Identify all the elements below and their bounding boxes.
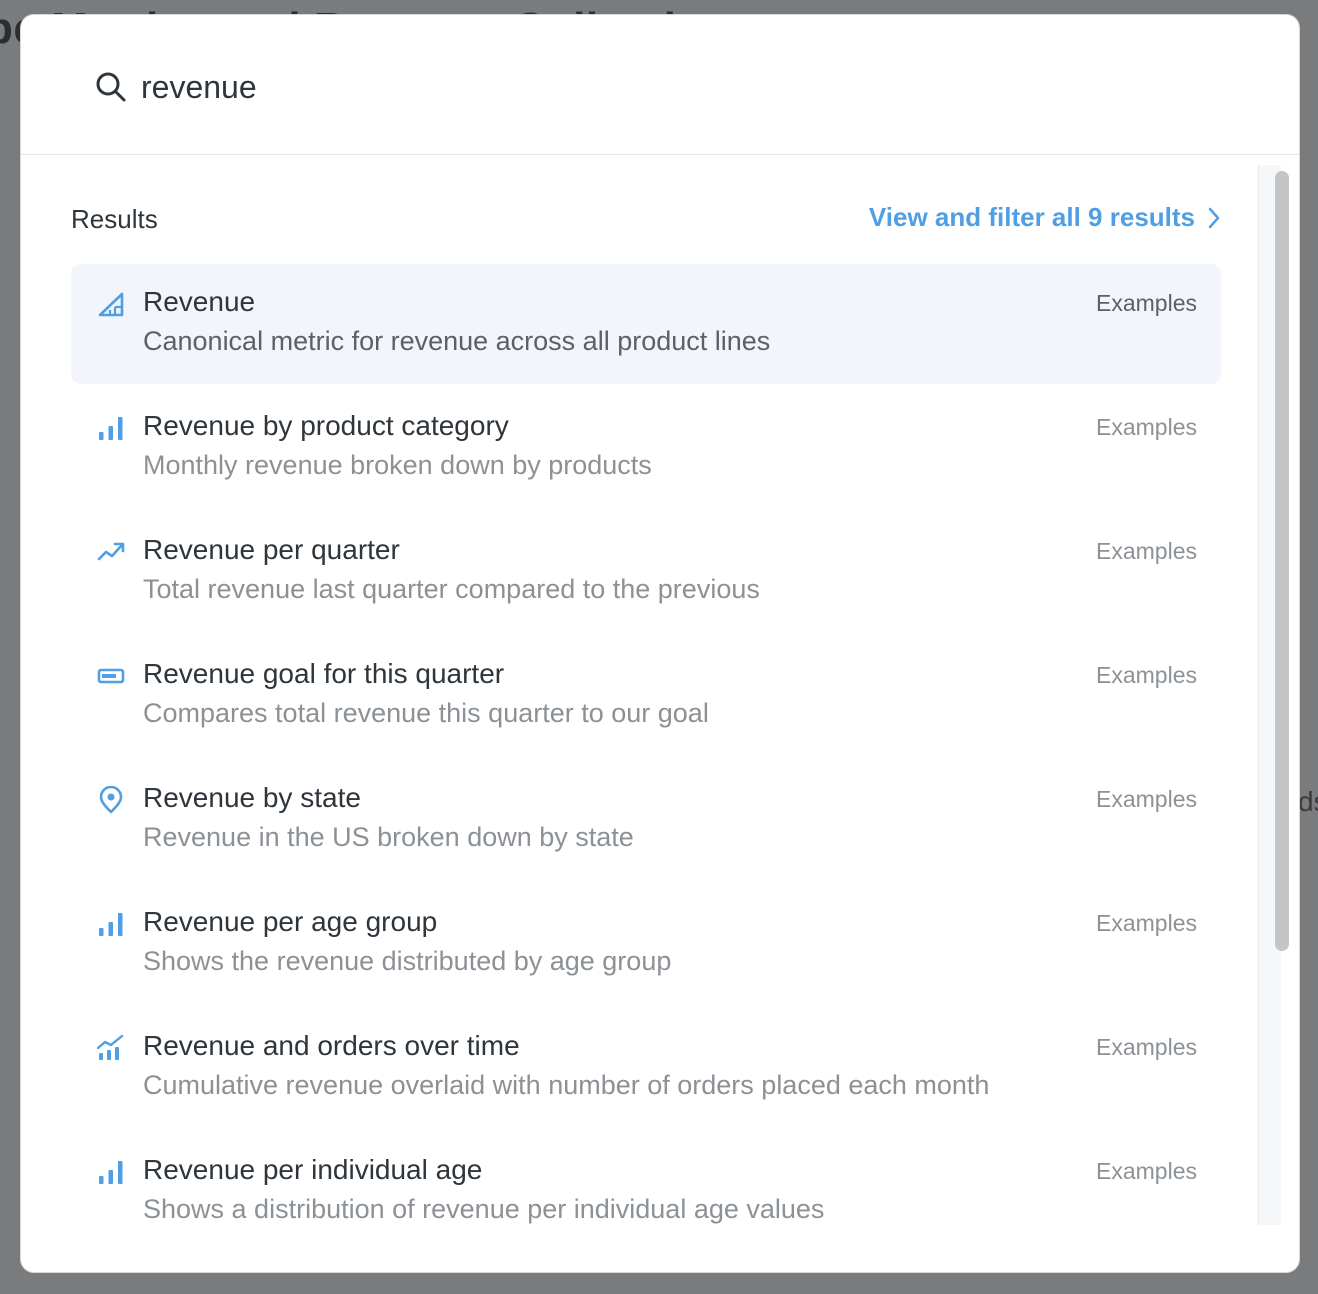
progress-icon (97, 668, 125, 684)
result-tag: Examples (1096, 1158, 1197, 1184)
result-item[interactable]: Revenue goal for this quarter Compares t… (71, 636, 1221, 756)
trend-icon (97, 542, 125, 561)
result-item[interactable]: Revenue per individual age Shows a distr… (71, 1132, 1221, 1224)
background-side-text: ds (1298, 786, 1318, 817)
result-title: Revenue per individual age (143, 1154, 483, 1185)
map-pin-icon (99, 786, 123, 814)
result-tag: Examples (1096, 538, 1197, 564)
result-tag: Examples (1096, 290, 1197, 316)
search-modal: Results View and filter all 9 results Re… (20, 14, 1300, 1273)
result-description: Compares total revenue this quarter to o… (143, 698, 709, 728)
result-title: Revenue by state (143, 782, 361, 813)
result-title: Revenue and orders over time (143, 1030, 520, 1061)
bar-chart-icon (99, 1161, 123, 1184)
search-bar (21, 15, 1299, 155)
search-icon (96, 72, 126, 102)
result-description: Monthly revenue broken down by products (143, 450, 652, 480)
result-tag: Examples (1096, 1034, 1197, 1060)
result-item[interactable]: Revenue by state Revenue in the US broke… (71, 760, 1221, 880)
result-title: Revenue goal for this quarter (143, 658, 505, 689)
results-panel: Results View and filter all 9 results Re… (21, 156, 1259, 1224)
result-description: Cumulative revenue overlaid with number … (143, 1070, 990, 1100)
result-list: Revenue Canonical metric for revenue acr… (71, 264, 1221, 1224)
result-title: Revenue (143, 286, 256, 317)
result-title: Revenue by product category (143, 410, 509, 441)
bar-chart-icon (99, 913, 123, 936)
result-title: Revenue per age group (143, 906, 438, 937)
result-description: Shows a distribution of revenue per indi… (143, 1194, 825, 1224)
bar-chart-icon (99, 417, 123, 440)
result-description: Revenue in the US broken down by state (143, 822, 634, 852)
result-description: Canonical metric for revenue across all … (143, 326, 771, 356)
result-description: Shows the revenue distributed by age gro… (143, 946, 672, 976)
chevron-right-icon (1208, 207, 1220, 228)
result-tag: Examples (1096, 662, 1197, 688)
result-tag: Examples (1096, 910, 1197, 936)
result-title: Revenue per quarter (143, 534, 400, 565)
combo-chart-icon (97, 1034, 124, 1060)
result-item[interactable]: Revenue Canonical metric for revenue acr… (71, 264, 1221, 384)
results-header: Results View and filter all 9 results (71, 202, 1221, 240)
search-input[interactable] (141, 61, 1141, 113)
result-item[interactable]: Revenue and orders over time Cumulative … (71, 1008, 1221, 1128)
view-all-results-label: View and filter all 9 results (868, 202, 1195, 232)
result-tag: Examples (1096, 786, 1197, 812)
results-label: Results (71, 204, 158, 234)
result-item[interactable]: Revenue per age group Shows the revenue … (71, 884, 1221, 1004)
scrollbar-thumb[interactable] (1275, 171, 1289, 951)
result-item[interactable]: Revenue per quarter Total revenue last q… (71, 512, 1221, 632)
metric-icon (98, 292, 124, 317)
result-description: Total revenue last quarter compared to t… (143, 574, 760, 604)
result-tag: Examples (1096, 414, 1197, 440)
view-all-results-link[interactable]: View and filter all 9 results (869, 202, 1221, 233)
result-item[interactable]: Revenue by product category Monthly reve… (71, 388, 1221, 508)
